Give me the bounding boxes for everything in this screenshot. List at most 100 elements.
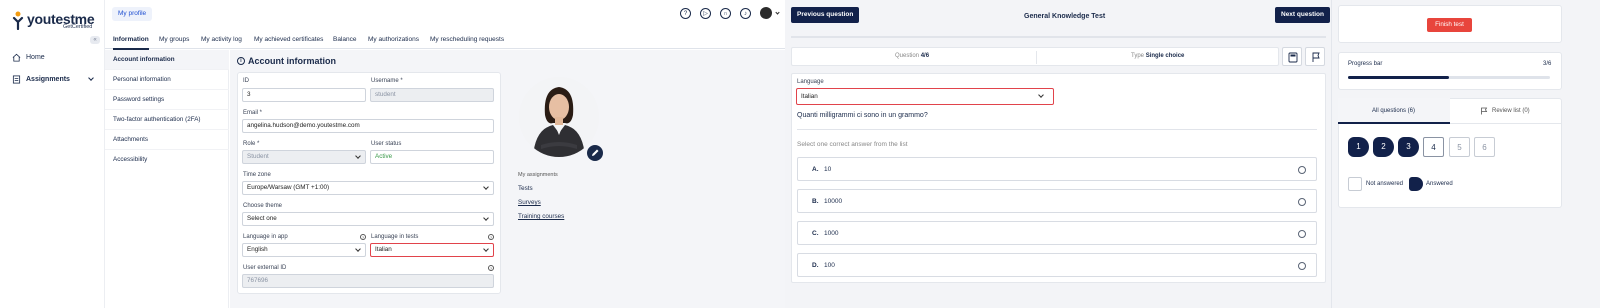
my-assignments-title: My assignments xyxy=(518,172,558,178)
calculator-button[interactable] xyxy=(1282,47,1302,66)
flag-button[interactable] xyxy=(1305,47,1325,66)
pencil-icon xyxy=(592,149,599,156)
assignment-link-tests[interactable]: Tests xyxy=(518,185,533,192)
subnav-item-password-settings[interactable]: Password settings xyxy=(105,90,229,110)
play-icon[interactable]: ▷ xyxy=(700,8,711,19)
answer-option-c[interactable]: C. 1000 xyxy=(797,221,1317,245)
timezone-select[interactable]: Europe/Warsaw (GMT +1:00) xyxy=(242,181,494,195)
legend-not-answered-swatch xyxy=(1348,177,1362,191)
my-profile-tab[interactable]: My profile xyxy=(112,7,153,21)
logo-icon xyxy=(12,11,24,30)
help-icon[interactable]: ? xyxy=(488,234,494,240)
user-avatar-icon[interactable] xyxy=(760,7,772,19)
chevron-down-icon xyxy=(355,246,361,252)
sidebar-item-label: Home xyxy=(26,54,45,61)
subnav-item-accessibility[interactable]: Accessibility xyxy=(105,150,229,170)
tab-review-list[interactable]: Review list (0) xyxy=(1450,98,1562,124)
tab-information[interactable]: Information xyxy=(113,36,149,50)
subnav-item-attachments[interactable]: Attachments xyxy=(105,130,229,150)
question-nav-3[interactable]: 3 xyxy=(1398,137,1419,157)
progress-bar xyxy=(1348,76,1550,79)
radio-button[interactable] xyxy=(1298,198,1306,206)
tab-my-groups[interactable]: My groups xyxy=(159,36,189,43)
divider xyxy=(1036,51,1037,64)
radio-button[interactable] xyxy=(1298,230,1306,238)
help-icon[interactable]: ? xyxy=(680,8,691,19)
id-field[interactable]: 3 xyxy=(242,88,366,102)
progress-label: Progress bar xyxy=(1348,61,1383,67)
username-label: Username * xyxy=(371,78,403,84)
question-nav-6[interactable]: 6 xyxy=(1474,137,1495,157)
next-question-button[interactable]: Next question xyxy=(1275,7,1330,23)
profile-app: youtestme GetCertified « Home Assignment… xyxy=(0,0,803,308)
tab-balance[interactable]: Balance xyxy=(333,36,357,43)
language-label: Language xyxy=(797,79,824,85)
language-in-app-select[interactable]: English xyxy=(242,243,366,257)
test-title: General Knowledge Test xyxy=(1024,13,1106,20)
tab-my-achieved-certificates[interactable]: My achieved certificates xyxy=(254,36,323,43)
language-in-app-label: Language in app xyxy=(243,234,288,240)
assignment-link-training-courses[interactable]: Training courses xyxy=(518,213,564,220)
finish-test-button[interactable]: Finish test xyxy=(1427,18,1472,32)
divider xyxy=(797,129,1317,130)
chevron-down-icon xyxy=(483,215,489,221)
sidebar: youtestme GetCertified « Home Assignment… xyxy=(0,0,105,308)
edit-photo-button[interactable] xyxy=(587,145,603,161)
theme-label: Choose theme xyxy=(243,203,283,209)
sidebar-item-assignments[interactable]: Assignments xyxy=(12,75,94,84)
flag-icon xyxy=(1481,107,1488,115)
progress-bar-fill xyxy=(1348,76,1449,79)
help-icon[interactable]: ? xyxy=(360,234,366,240)
legend-not-answered: Not answered xyxy=(1366,181,1404,187)
divider xyxy=(791,36,1326,38)
email-field[interactable]: angelina.hudson@demo.youtestme.com xyxy=(242,119,494,133)
tab-my-rescheduling-requests[interactable]: My rescheduling requests xyxy=(430,36,504,43)
theme-select[interactable]: Select one xyxy=(242,212,494,226)
answer-option-b[interactable]: B. 10000 xyxy=(797,189,1317,213)
chevron-down-icon xyxy=(355,153,361,159)
external-id-label: User external ID xyxy=(243,265,287,271)
answer-option-a[interactable]: A. 10 xyxy=(797,157,1317,181)
tab-my-activity-log[interactable]: My activity log xyxy=(201,36,242,43)
bell-icon[interactable]: ♪ xyxy=(740,8,751,19)
calculator-icon xyxy=(1288,52,1298,63)
question-nav-2[interactable]: 2 xyxy=(1373,137,1394,157)
help-icon[interactable]: ? xyxy=(488,265,494,271)
chevron-down-icon xyxy=(483,184,489,190)
chevron-down-icon[interactable] xyxy=(775,10,780,15)
progress-card xyxy=(1338,52,1562,90)
language-in-tests-select[interactable]: Italian xyxy=(370,243,494,257)
user-status-label: User status xyxy=(371,141,402,147)
tab-all-questions[interactable]: All questions (6) xyxy=(1338,98,1450,124)
language-in-tests-label: Language in tests xyxy=(371,234,419,240)
headset-icon[interactable]: ∩ xyxy=(720,8,731,19)
question-info-bar: Question 4/6 Type Single choice xyxy=(791,47,1279,66)
tab-my-authorizations[interactable]: My authorizations xyxy=(368,36,419,43)
email-label: Email * xyxy=(243,110,263,116)
question-nav-4[interactable]: 4 xyxy=(1423,137,1444,157)
sidebar-item-home[interactable]: Home xyxy=(12,53,45,62)
chevron-down-icon xyxy=(88,75,94,81)
subnav-item-personal-information[interactable]: Personal information xyxy=(105,70,229,90)
legend-answered: Answered xyxy=(1426,181,1453,187)
test-language-select[interactable]: Italian xyxy=(796,88,1054,105)
info-icon: i xyxy=(237,57,245,65)
radio-button[interactable] xyxy=(1298,166,1306,174)
previous-question-button[interactable]: Previous question xyxy=(791,7,860,23)
answer-option-d[interactable]: D. 100 xyxy=(797,253,1317,277)
question-nav-1[interactable]: 1 xyxy=(1348,137,1369,157)
assignments-icon xyxy=(12,75,21,84)
id-label: ID xyxy=(243,78,249,84)
subnav-item-2fa[interactable]: Two-factor authentication (2FA) xyxy=(105,110,229,130)
chevron-down-icon xyxy=(1038,92,1044,98)
account-subnav: Account information Personal information… xyxy=(105,50,229,308)
subnav-item-account-information[interactable]: Account information xyxy=(105,50,229,70)
external-id-field: 767696 xyxy=(242,274,494,288)
legend-answered-swatch xyxy=(1409,177,1423,191)
question-nav-5[interactable]: 5 xyxy=(1449,137,1470,157)
sidebar-item-label: Assignments xyxy=(26,76,70,83)
sidebar-collapse-button[interactable]: « xyxy=(90,36,100,44)
timezone-label: Time zone xyxy=(243,172,271,178)
assignment-link-surveys[interactable]: Surveys xyxy=(518,199,541,206)
radio-button[interactable] xyxy=(1298,262,1306,270)
